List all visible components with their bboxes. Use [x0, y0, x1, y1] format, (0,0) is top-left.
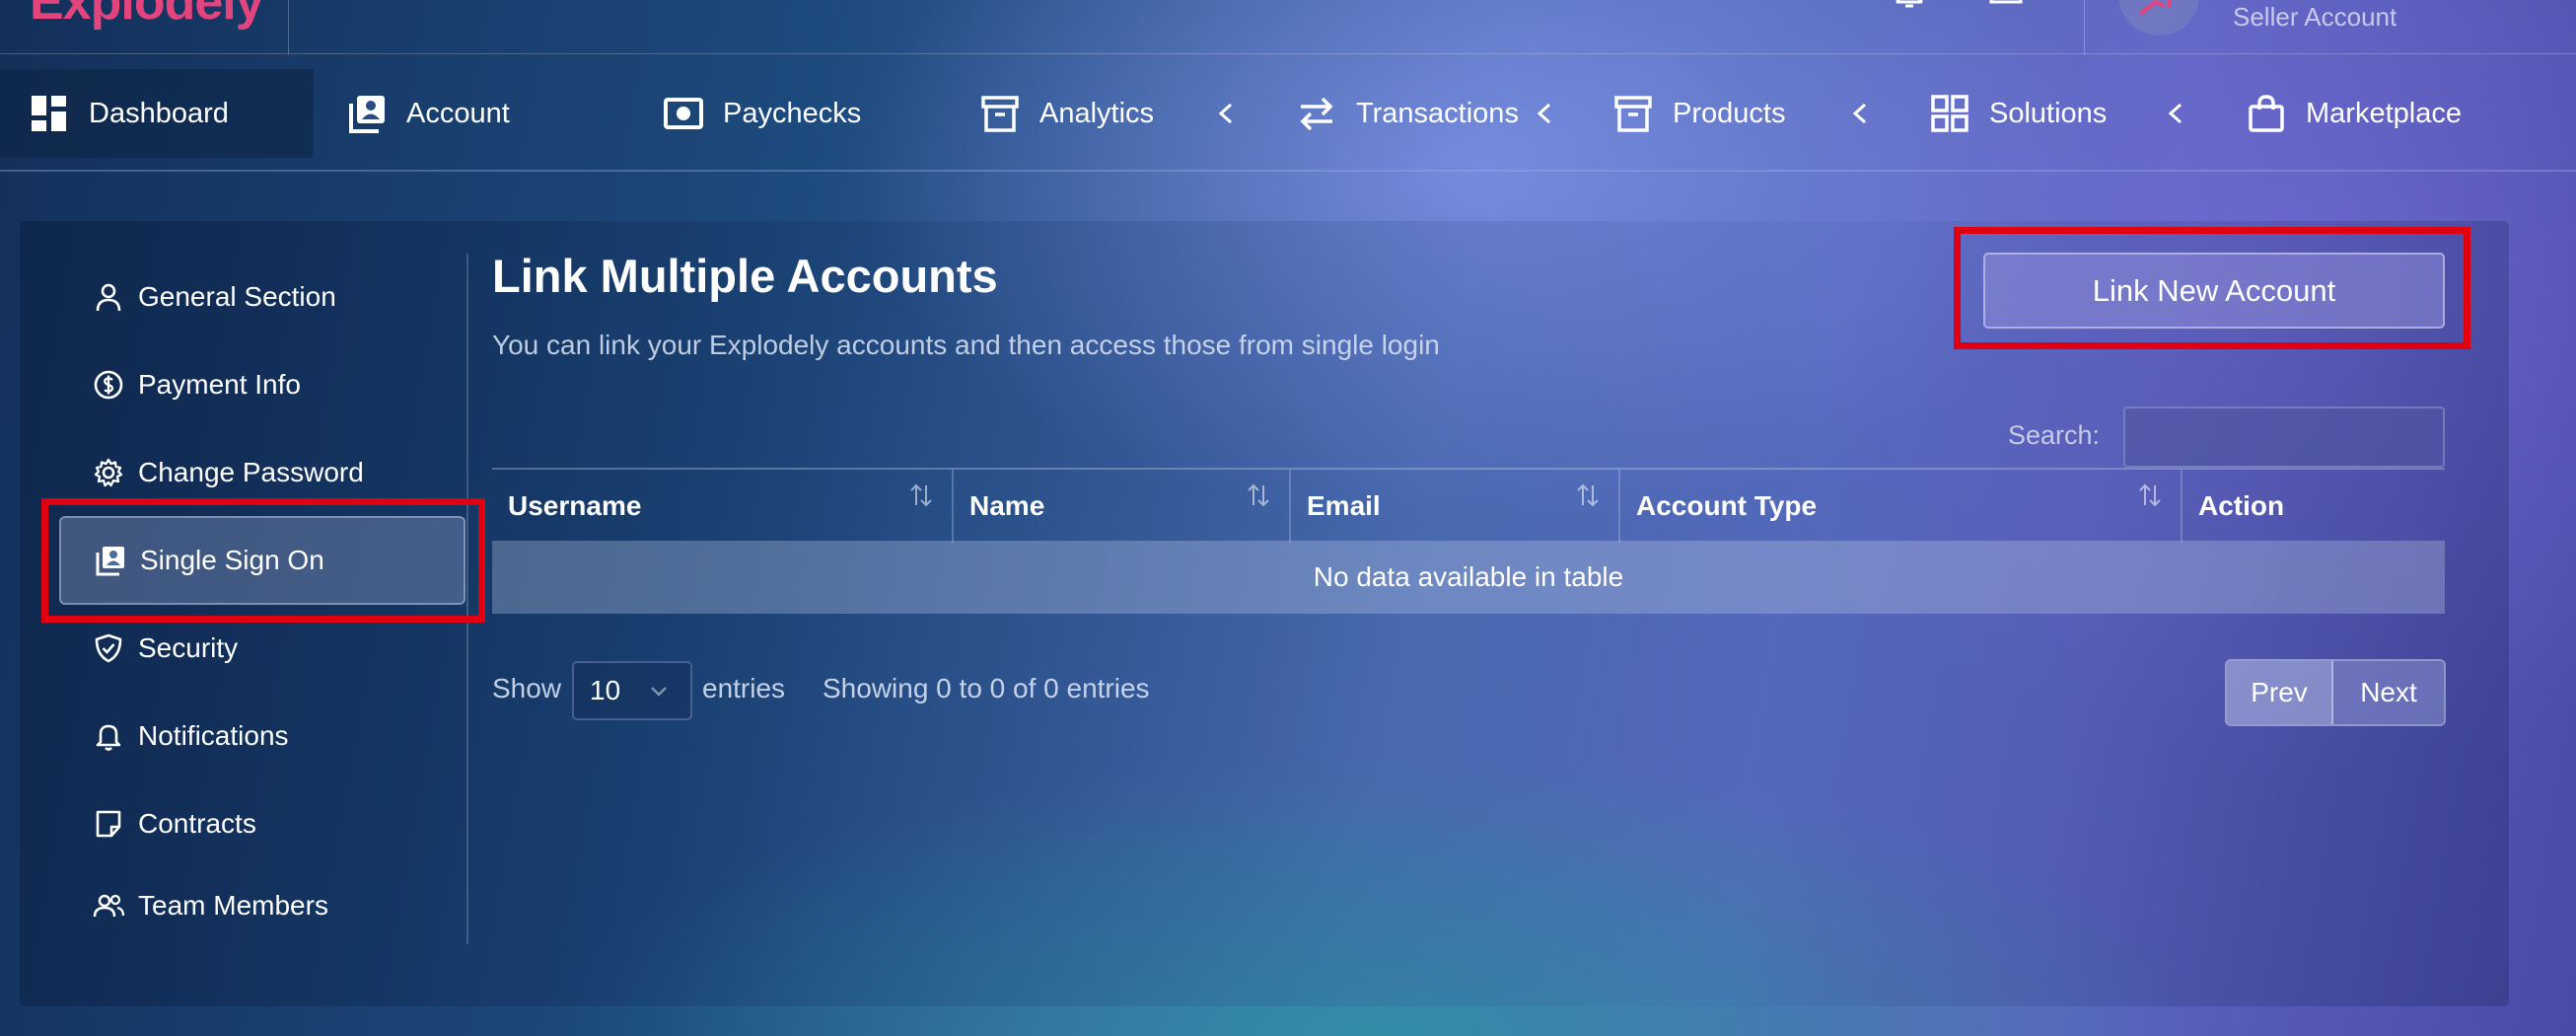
sidebar-item-label: Team Members	[138, 890, 328, 921]
sidebar-item-single-sign-on[interactable]: Single Sign On	[59, 516, 465, 605]
avatar[interactable]	[2118, 0, 2199, 36]
column-header-email[interactable]: Email	[1291, 470, 1620, 543]
header-divider	[288, 0, 289, 54]
nav-item-products[interactable]: Products	[1613, 69, 1785, 158]
column-label: Action	[2198, 490, 2285, 521]
main-nav: Dashboard Account Paychecks Analytics Tr…	[0, 55, 2576, 172]
id-card-icon	[96, 547, 124, 576]
pagination: Prev Next	[2225, 659, 2446, 726]
analytics-chevron-left-icon[interactable]	[1213, 99, 1239, 128]
sidebar-item-change-password[interactable]: Change Password	[59, 428, 465, 517]
sort-icon	[1577, 483, 1599, 507]
nav-item-paychecks[interactable]: Paychecks	[664, 69, 861, 158]
nav-item-solutions[interactable]: Solutions	[1930, 69, 2107, 158]
users-icon	[93, 894, 124, 918]
nav-item-transactions[interactable]: Transactions	[1297, 69, 1519, 158]
products-chevron-left-icon[interactable]	[1847, 99, 1873, 128]
page-size-select[interactable]: 10	[572, 661, 692, 720]
dollar-icon	[94, 370, 123, 400]
transfer-icon	[1300, 97, 1333, 131]
sidebar-item-contracts[interactable]: Contracts	[59, 779, 465, 868]
account-icon	[349, 96, 385, 133]
sidebar-item-label: Contracts	[138, 808, 256, 839]
sidebar-item-security[interactable]: Security	[59, 604, 465, 693]
nav-label: Account	[406, 97, 510, 129]
chevron-down-icon	[651, 687, 667, 697]
column-header-name[interactable]: Name	[954, 470, 1291, 543]
column-label: Account Type	[1636, 490, 1818, 521]
sort-icon	[910, 483, 932, 507]
column-header-username[interactable]: Username	[492, 470, 954, 543]
nav-label: Dashboard	[89, 97, 229, 129]
table-empty-row: No data available in table	[492, 541, 2445, 614]
nav-item-dashboard[interactable]: Dashboard	[0, 69, 314, 158]
message-icon[interactable]	[1987, 0, 2025, 15]
nav-label: Solutions	[1989, 97, 2108, 129]
sidebar-item-label: Notifications	[138, 720, 289, 751]
prev-page-button[interactable]: Prev	[2227, 661, 2333, 724]
notification-bell-icon[interactable]	[1891, 0, 1928, 15]
table-info: Showing 0 to 0 of 0 entries	[823, 673, 1150, 703]
trend-arrow-icon	[2138, 0, 2172, 16]
column-label: Name	[969, 490, 1045, 521]
nav-label: Paychecks	[723, 97, 862, 129]
next-page-button[interactable]: Next	[2333, 661, 2444, 724]
nav-label: Products	[1673, 97, 1786, 129]
link-new-account-button[interactable]: Link New Account	[1983, 253, 2445, 329]
sidebar-item-notifications[interactable]: Notifications	[59, 692, 465, 780]
shield-icon	[95, 633, 122, 663]
user-role-label[interactable]: Seller Account	[2233, 2, 2397, 33]
nav-item-analytics[interactable]: Analytics	[980, 69, 1154, 158]
sidebar-item-team-members[interactable]: Team Members	[59, 861, 465, 950]
nav-item-account[interactable]: Account	[347, 69, 510, 158]
archive-icon	[981, 96, 1019, 132]
nav-label: Analytics	[1039, 97, 1155, 129]
bag-icon	[2249, 95, 2284, 132]
bell-icon	[96, 724, 121, 751]
nav-label: Marketplace	[2306, 97, 2462, 129]
note-icon	[96, 810, 121, 838]
search-label: Search:	[2008, 420, 2101, 450]
nav-label: Transactions	[1356, 97, 1519, 129]
brand-logo[interactable]: Explodely	[30, 0, 264, 32]
transactions-chevron-left-icon[interactable]	[1532, 99, 1557, 128]
table-header: Username Name Email Account Type Action	[492, 468, 2445, 543]
paycheck-icon	[664, 98, 703, 129]
column-header-action: Action	[2182, 470, 2445, 543]
grid-icon	[1931, 95, 1968, 132]
page-title: Link Multiple Accounts	[492, 250, 998, 302]
solutions-chevron-left-icon[interactable]	[2163, 99, 2188, 128]
search-input[interactable]	[2123, 407, 2445, 468]
entries-label: entries	[702, 673, 786, 703]
page-size-value: 10	[590, 675, 621, 705]
sort-icon	[1248, 483, 1269, 507]
box-icon	[1614, 96, 1652, 132]
sidebar-item-label: General Section	[138, 281, 336, 312]
sort-icon	[2139, 483, 2161, 507]
user-divider	[2084, 0, 2085, 54]
dashboard-icon	[32, 96, 66, 131]
nav-item-marketplace[interactable]: Marketplace	[2247, 69, 2462, 158]
sidebar-item-label: Single Sign On	[140, 545, 324, 575]
sidebar-divider	[466, 254, 468, 944]
sidebar-item-label: Change Password	[138, 457, 364, 487]
sidebar-item-label: Payment Info	[138, 369, 301, 400]
top-header: Explodely Seller Account	[0, 0, 2576, 54]
user-icon	[96, 283, 121, 312]
sidebar-item-payment-info[interactable]: Payment Info	[59, 340, 465, 429]
column-label: Email	[1307, 490, 1381, 521]
column-header-account-type[interactable]: Account Type	[1620, 470, 2182, 543]
page-subtitle: You can link your Explodely accounts and…	[492, 330, 1440, 360]
gear-icon	[94, 458, 123, 487]
sidebar-item-general-section[interactable]: General Section	[59, 253, 465, 341]
column-label: Username	[508, 490, 642, 521]
show-label: Show	[492, 673, 562, 703]
sidebar-item-label: Security	[138, 632, 239, 663]
